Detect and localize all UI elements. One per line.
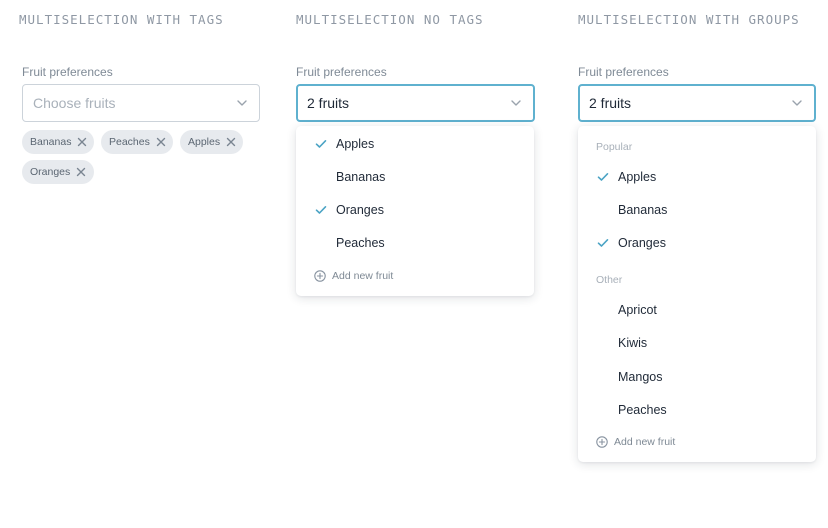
option-bananas[interactable]: Bananas bbox=[578, 200, 816, 220]
tag-label: Oranges bbox=[30, 166, 71, 178]
section-title: MULTISELECTION NO TAGS bbox=[296, 12, 484, 27]
tag-bananas: Bananas bbox=[22, 130, 94, 154]
option-apples[interactable]: Apples bbox=[296, 134, 534, 154]
check-icon bbox=[315, 206, 327, 214]
fruit-select[interactable]: Choose fruits bbox=[22, 84, 260, 122]
section-title: MULTISELECTION WITH GROUPS bbox=[578, 12, 800, 27]
option-label: Kiwis bbox=[618, 336, 648, 350]
add-new-label: Add new fruit bbox=[614, 436, 676, 448]
section-title: MULTISELECTION WITH TAGS bbox=[19, 12, 224, 27]
option-apricot[interactable]: Apricot bbox=[578, 300, 816, 320]
option-oranges[interactable]: Oranges bbox=[578, 233, 816, 253]
chevron-down-icon bbox=[792, 100, 802, 106]
fruit-select[interactable]: 2 fruits bbox=[296, 84, 535, 122]
plus-circle-icon bbox=[596, 436, 608, 448]
tag-apples: Apples bbox=[180, 130, 243, 154]
close-icon[interactable] bbox=[76, 167, 86, 177]
select-value: 2 fruits bbox=[307, 95, 350, 111]
tag-label: Peaches bbox=[109, 136, 150, 148]
chevron-down-icon bbox=[511, 100, 521, 106]
tag-peaches: Peaches bbox=[101, 130, 173, 154]
check-icon bbox=[597, 239, 609, 247]
close-icon[interactable] bbox=[77, 137, 87, 147]
option-label: Oranges bbox=[336, 203, 384, 217]
tag-oranges: Oranges bbox=[22, 160, 94, 184]
select-value: 2 fruits bbox=[589, 95, 632, 111]
close-icon[interactable] bbox=[226, 137, 236, 147]
plus-circle-icon bbox=[314, 270, 326, 282]
option-peaches[interactable]: Peaches bbox=[296, 233, 534, 253]
tag-label: Apples bbox=[188, 136, 221, 148]
option-label: Bananas bbox=[618, 203, 668, 217]
close-icon[interactable] bbox=[156, 137, 166, 147]
option-apples[interactable]: Apples bbox=[578, 167, 816, 187]
field-label: Fruit preferences bbox=[22, 65, 113, 79]
check-icon bbox=[597, 173, 609, 181]
option-label: Bananas bbox=[336, 170, 386, 184]
field-label: Fruit preferences bbox=[578, 65, 669, 79]
option-label: Mangos bbox=[618, 370, 663, 384]
field-label: Fruit preferences bbox=[296, 65, 387, 79]
option-peaches[interactable]: Peaches bbox=[578, 400, 816, 420]
fruit-select[interactable]: 2 fruits bbox=[578, 84, 816, 122]
option-kiwis[interactable]: Kiwis bbox=[578, 333, 816, 353]
option-oranges[interactable]: Oranges bbox=[296, 200, 534, 220]
group-label-popular: Popular bbox=[596, 141, 633, 153]
chevron-down-icon bbox=[237, 100, 247, 106]
options-dropdown: Apples Bananas Oranges Peaches Add new f… bbox=[296, 126, 534, 296]
add-new-fruit-button[interactable]: Add new fruit bbox=[596, 436, 675, 448]
check-icon bbox=[315, 140, 327, 148]
option-mangos[interactable]: Mangos bbox=[578, 367, 816, 387]
select-placeholder: Choose fruits bbox=[33, 95, 116, 111]
option-label: Apples bbox=[618, 170, 657, 184]
add-new-fruit-button[interactable]: Add new fruit bbox=[314, 270, 393, 282]
option-bananas[interactable]: Bananas bbox=[296, 167, 534, 187]
add-new-label: Add new fruit bbox=[332, 270, 394, 282]
option-label: Oranges bbox=[618, 236, 666, 250]
option-label: Peaches bbox=[336, 236, 385, 250]
tag-label: Bananas bbox=[30, 136, 72, 148]
group-label-other: Other bbox=[596, 274, 623, 286]
option-label: Apricot bbox=[618, 303, 657, 317]
options-dropdown: Popular Apples Bananas Oranges Other Apr… bbox=[578, 126, 816, 462]
option-label: Apples bbox=[336, 137, 375, 151]
option-label: Peaches bbox=[618, 403, 667, 417]
